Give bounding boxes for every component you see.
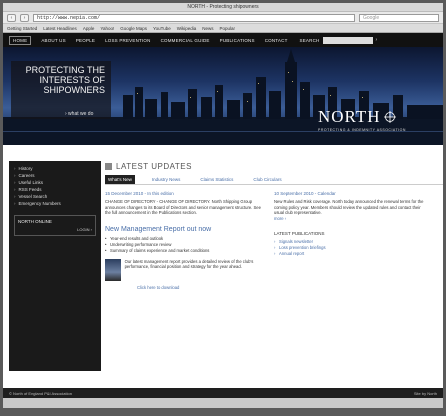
sidebar-item-emergency-numbers[interactable]: Emergency Numbers	[14, 200, 96, 207]
download-report-link[interactable]: Click here to download	[137, 285, 262, 290]
address-bar-row: ‹ › http://www.nepia.com/ Google	[3, 12, 443, 24]
nav-commercial-guide[interactable]: Commercial Guide	[161, 38, 210, 43]
report-description: Our latest management report provides a …	[124, 258, 254, 270]
compass-icon	[383, 111, 396, 123]
nav-loss-prevention[interactable]: Loss Prevention	[105, 38, 151, 43]
main-column: Latest Updates What's New Industry News …	[105, 159, 443, 290]
bookmark-item[interactable]: Latest Headlines	[43, 26, 77, 31]
forward-icon[interactable]: ›	[20, 13, 29, 22]
north-logo: NORTH Protecting & Indemnity Association	[318, 107, 406, 132]
browser-window: NORTH - Protecting shipowners ‹ › http:/…	[3, 3, 443, 408]
what-we-do-link[interactable]: › what we do	[65, 111, 93, 117]
sidebar-item-careers[interactable]: Careers	[14, 172, 96, 179]
search-go-icon[interactable]: ›	[376, 37, 378, 43]
login-link[interactable]: LOGIN ›	[18, 227, 92, 232]
sidebar: History Careers Useful Links RSS Feeds V…	[9, 161, 101, 371]
report-preview: Our latest management report provides a …	[105, 258, 262, 281]
footer-bar: © North of England P&I Association Site …	[3, 388, 443, 398]
bookmark-item[interactable]: Popular	[220, 26, 236, 31]
browser-status-bar	[3, 398, 443, 408]
news-date[interactable]: 15 December 2010 - In this edition	[105, 191, 262, 196]
nav-publications[interactable]: Publications	[220, 38, 255, 43]
nav-people[interactable]: People	[76, 38, 95, 43]
management-report-section: New Management Report out now Year-end r…	[105, 226, 262, 290]
tab-club-circulars[interactable]: Club Circulars	[250, 175, 284, 184]
publications-title: Latest Publications	[274, 230, 325, 236]
nav-home[interactable]: Home	[9, 35, 32, 45]
bookmark-item[interactable]: Yahoo!	[100, 26, 114, 31]
updates-tabs: What's New Industry News Claims Statisti…	[105, 175, 443, 185]
updates-icon	[105, 162, 112, 170]
bookmark-item[interactable]: Getting Started	[7, 26, 37, 31]
nav-about-us[interactable]: About Us	[41, 38, 66, 43]
management-report-title[interactable]: New Management Report out now	[105, 226, 262, 233]
bookmark-item[interactable]: Apple	[83, 26, 95, 31]
bookmark-item[interactable]: Google Maps	[120, 26, 147, 31]
sidebar-item-useful-links[interactable]: Useful Links	[14, 179, 96, 186]
footer-credit[interactable]: Site by North	[414, 391, 437, 396]
bookmarks-bar: Getting Started Latest Headlines Apple Y…	[3, 24, 443, 33]
news-text: CHANGE OF DIRECTORY - CHANGE OF DIRECTOR…	[105, 199, 261, 215]
footer-copyright: © North of England P&I Association	[9, 390, 72, 396]
news-text: New Rules and Risk coverage. North today…	[274, 199, 424, 215]
site-navigation: Home About Us People Loss Prevention Com…	[3, 33, 443, 47]
bookmark-item[interactable]: YouTube	[153, 26, 171, 31]
back-icon[interactable]: ‹	[7, 13, 16, 22]
url-field[interactable]: http://www.nepia.com/	[33, 13, 355, 22]
site-search-input[interactable]	[322, 36, 373, 44]
tab-industry-news[interactable]: Industry News	[149, 175, 184, 184]
tab-claims-statistics[interactable]: Claims Statistics	[197, 175, 236, 184]
report-thumbnail[interactable]	[105, 258, 121, 281]
logo-name-text: NORTH	[318, 107, 381, 126]
news-date[interactable]: 10 September 2010 - Calendar	[274, 191, 431, 196]
news-columns: 15 December 2010 - In this edition CHANG…	[105, 191, 443, 290]
browser-search-input[interactable]: Google	[359, 13, 439, 22]
search-label: Search	[299, 37, 320, 43]
nav-contact[interactable]: Contact	[265, 38, 288, 43]
bookmark-item[interactable]: Wikipedia	[177, 26, 197, 31]
hero-banner: Protecting the interests of shipowners ›…	[3, 47, 443, 145]
report-bullet: Summary of claims experience and market …	[105, 248, 262, 254]
logo-subtitle: Protecting & Indemnity Association	[318, 128, 406, 132]
news-right-column: 10 September 2010 - Calendar New Rules a…	[274, 191, 431, 290]
north-online-title: North Online	[18, 219, 52, 224]
sidebar-item-history[interactable]: History	[14, 165, 96, 172]
logo-wordmark: NORTH	[318, 107, 406, 127]
publication-link[interactable]: Annual report	[274, 251, 431, 257]
latest-updates-title: Latest Updates	[116, 161, 192, 171]
page-content: History Careers Useful Links RSS Feeds V…	[3, 155, 443, 380]
site-search: Search ›	[299, 36, 378, 44]
sidebar-item-vessel-search[interactable]: Vessel Search	[14, 193, 96, 200]
news-left-column: 15 December 2010 - In this edition CHANG…	[105, 191, 262, 290]
hero-title: Protecting the interests of shipowners	[25, 65, 105, 95]
bookmark-item[interactable]: News	[202, 26, 213, 31]
latest-updates-header: Latest Updates	[105, 159, 443, 173]
north-online-box: North Online LOGIN ›	[14, 215, 96, 236]
tab-whats-new[interactable]: What's New	[105, 175, 135, 184]
news-more-link[interactable]: more ›	[274, 216, 431, 221]
sidebar-item-rss-feeds[interactable]: RSS Feeds	[14, 186, 96, 193]
hero-tagline-box: Protecting the interests of shipowners ›…	[11, 61, 111, 119]
window-title: NORTH - Protecting shipowners	[3, 3, 443, 12]
